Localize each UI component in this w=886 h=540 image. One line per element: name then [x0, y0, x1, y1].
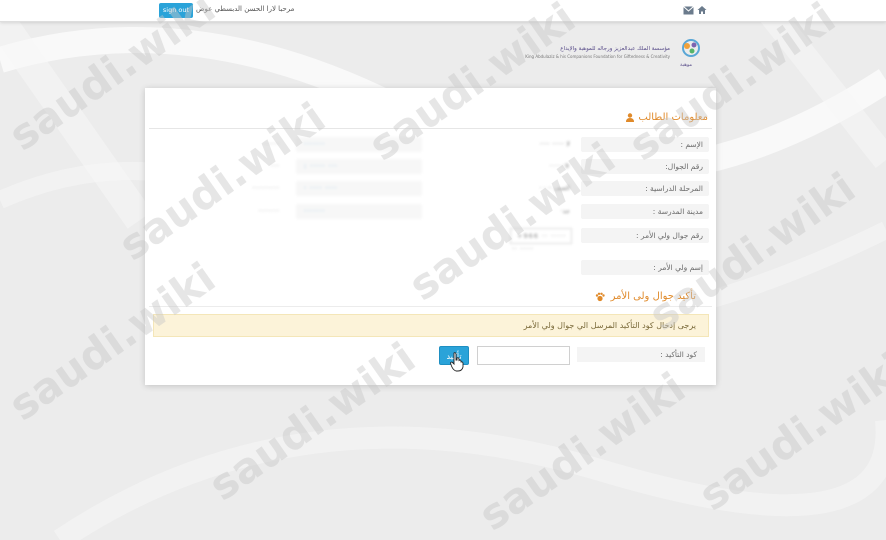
city-value: جد·: [560, 207, 570, 215]
mid-value-2: ··· ····· :: [296, 159, 422, 174]
guardian-name-label: إسم ولي الأمر :: [581, 260, 709, 275]
panel-title-text: معلومات الطالب: [638, 112, 708, 123]
confirm-code-alert: يرجى إدخال كود التأكيد المرسل الي جوال و…: [153, 314, 709, 337]
panel-title: معلومات الطالب: [626, 112, 708, 123]
stage-label: المرحلة الدراسية :: [581, 181, 709, 196]
top-navbar: مرحبا لارا الحسن الدبسطي عوض sign out: [0, 0, 886, 22]
paw-icon: [595, 292, 605, 301]
divider: [149, 306, 712, 307]
mail-icon[interactable]: [683, 6, 694, 15]
name-value: لا ······ ·····: [539, 140, 570, 148]
confirm-code-input[interactable]: [477, 346, 570, 365]
mawhiba-logo-icon: [682, 39, 700, 57]
sign-out-button[interactable]: sign out: [159, 3, 193, 18]
mobile-value: 9·····: [549, 162, 570, 170]
logo-caption: موهبة: [680, 62, 693, 68]
user-icon: [626, 113, 635, 122]
left-value-4: ·······: [258, 207, 280, 215]
confirm-section-title-text: تأكيد جوال ولى الأمر: [610, 291, 696, 302]
logo-title-en: King Abdulaziz & his Companions Foundati…: [525, 54, 670, 59]
left-value-1: ·····: [264, 140, 280, 148]
mobile-label: رقم الجوال:: [581, 159, 709, 174]
foundation-name: مؤسسة الملك عبدالعزيز ورجاله للموهبة وال…: [525, 46, 670, 59]
left-value-2: ···: [270, 162, 280, 170]
confirm-code-label: كود التأكيد :: [577, 347, 705, 362]
student-info-panel: معلومات الطالب الإسم : رقم الجوال: المرح…: [145, 88, 716, 385]
guardian-phone-label: رقم جوال ولي الأمر :: [581, 228, 709, 243]
mid-value-1: ·······: [296, 137, 422, 152]
logo-title-ar: مؤسسة الملك عبدالعزيز ورجاله للموهبة وال…: [560, 46, 670, 52]
city-label: مدينة المدرسة :: [581, 204, 709, 219]
guardian-phone-value: +966 ·· ·····: [510, 228, 572, 244]
divider: [149, 128, 712, 129]
watermark: saudi.wiki: [690, 342, 886, 521]
hand-cursor-icon: [450, 352, 464, 372]
confirm-section-title: تأكيد جوال ولى الأمر: [595, 291, 696, 302]
mid-value-4: ·······: [296, 204, 422, 219]
stage-value: الصف ·· · ·: [539, 184, 570, 192]
guardian-phone-note: ·· ·····: [512, 246, 534, 252]
left-value-3: ·········: [252, 184, 280, 192]
home-icon[interactable]: [697, 5, 707, 15]
mid-value-3: ···· ···· ·: [296, 181, 422, 196]
welcome-text: مرحبا لارا الحسن الدبسطي عوض: [196, 5, 295, 13]
name-label: الإسم :: [581, 137, 709, 152]
watermark: saudi.wiki: [470, 362, 695, 540]
